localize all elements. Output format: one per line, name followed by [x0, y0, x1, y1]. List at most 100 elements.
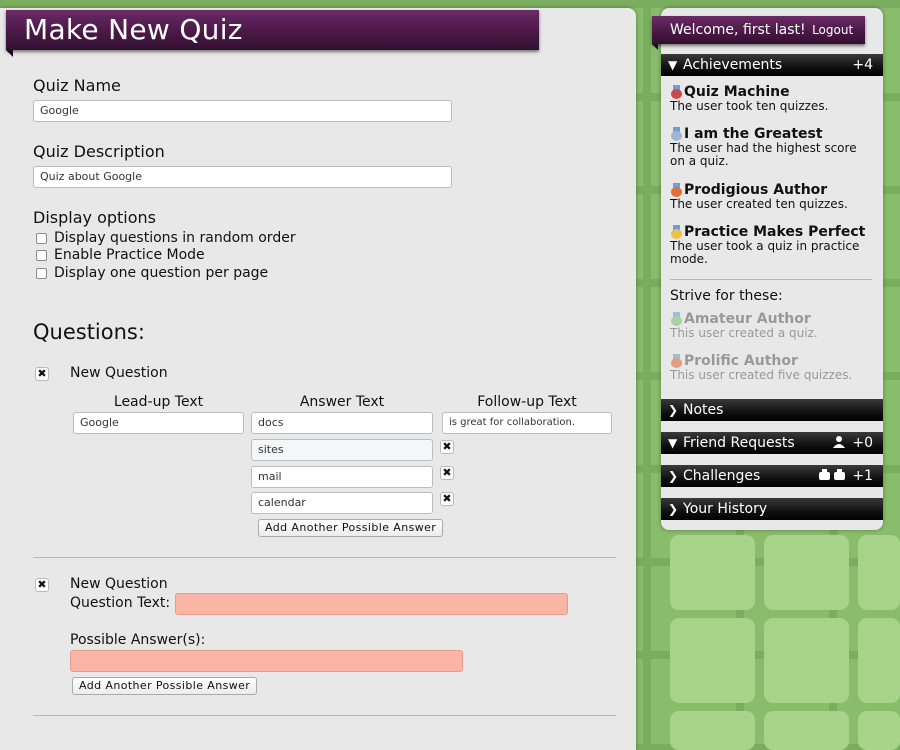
remove-answer-button[interactable]: ✖	[440, 440, 454, 454]
background-tile	[670, 618, 755, 703]
question-type-label: New Question	[70, 365, 168, 381]
question-text-label: Question Text:	[70, 595, 171, 611]
quiz-description-input[interactable]: Quiz about Google	[33, 166, 452, 188]
quiz-description-label: Quiz Description	[33, 142, 165, 161]
remove-answer-button[interactable]: ✖	[440, 466, 454, 480]
achievement-item: Prodigious Author The user created ten q…	[670, 182, 875, 211]
chevron-right-icon: ❯	[668, 469, 679, 483]
achievement-item: I am the Greatest The user had the highe…	[670, 126, 875, 168]
achievement-title: Amateur Author	[684, 311, 811, 327]
lead-up-header: Lead-up Text	[113, 394, 204, 410]
option-label: Display questions in random order	[54, 230, 296, 246]
section-label: Notes	[683, 402, 724, 418]
achievement-title: Practice Makes Perfect	[684, 224, 866, 240]
delete-question-button[interactable]: ✖	[35, 578, 49, 592]
option-label: Enable Practice Mode	[54, 247, 205, 263]
delete-question-button[interactable]: ✖	[35, 367, 49, 381]
random-order-checkbox[interactable]	[36, 232, 47, 244]
welcome-text: Welcome, first last!	[670, 22, 806, 38]
background-tile	[764, 711, 849, 750]
display-options-label: Display options	[33, 208, 156, 227]
medal-icon	[670, 85, 683, 99]
achievement-desc: The user took ten quizzes.	[670, 99, 829, 113]
follow-up-input[interactable]: is great for collaboration.	[442, 412, 612, 434]
achievement-item: Quiz Machine The user took ten quizzes.	[670, 84, 875, 113]
add-answer-button[interactable]: Add Another Possible Answer	[72, 677, 258, 695]
option-random-order[interactable]: Display questions in random order	[36, 230, 296, 246]
achievement-desc: This user created five quizzes.	[670, 368, 853, 382]
option-label: Display one question per page	[54, 265, 269, 281]
background-tile	[670, 711, 755, 750]
achievements-count: +4	[852, 57, 873, 73]
questions-heading: Questions:	[33, 320, 145, 344]
option-one-per-page[interactable]: Display one question per page	[36, 265, 268, 281]
achievement-item: Practice Makes Perfect The user took a q…	[670, 224, 875, 266]
challenge-icon	[819, 469, 845, 480]
divider	[33, 715, 616, 716]
logout-link[interactable]: Logout	[812, 23, 853, 37]
welcome-banner: Welcome, first last! Logout	[652, 16, 865, 44]
person-icon	[833, 436, 845, 448]
achievement-desc: The user created ten quizzes.	[670, 197, 848, 211]
quiz-name-label: Quiz Name	[33, 76, 121, 95]
medal-icon	[670, 312, 683, 326]
banner-fold	[652, 44, 658, 50]
lead-up-input[interactable]: Google	[73, 412, 244, 434]
chevron-down-icon: ▼	[668, 58, 678, 72]
background-tile	[858, 535, 900, 610]
answer-input[interactable]: sites	[251, 439, 433, 461]
section-label: Your History	[683, 501, 768, 517]
quiz-name-input[interactable]: Google	[33, 100, 452, 122]
remove-answer-button[interactable]: ✖	[440, 492, 454, 506]
section-label: Friend Requests	[683, 435, 795, 451]
one-per-page-checkbox[interactable]	[36, 267, 47, 279]
medal-icon	[670, 127, 683, 141]
challenges-count: +1	[852, 468, 873, 484]
achievement-title: I am the Greatest	[684, 126, 823, 142]
answer-header: Answer Text	[299, 394, 385, 410]
achievement-desc: The user had the highest score on a quiz…	[670, 141, 857, 168]
possible-answer-input[interactable]	[70, 650, 463, 672]
background-tile	[670, 535, 755, 610]
medal-icon	[670, 183, 683, 197]
background-tile	[858, 618, 900, 703]
divider	[33, 557, 616, 558]
background-tile	[858, 711, 900, 750]
notes-header[interactable]: ❯ Notes	[661, 399, 883, 421]
background-tile	[764, 618, 849, 703]
locked-achievement-item: Amateur Author This user created a quiz.	[670, 311, 875, 340]
friend-requests-header[interactable]: ▼ Friend Requests +0	[661, 432, 883, 454]
medal-icon	[670, 354, 683, 368]
background-tile	[764, 535, 849, 610]
answer-input[interactable]: docs	[251, 412, 433, 434]
question-text-input[interactable]	[175, 593, 568, 615]
section-label: Achievements	[683, 57, 783, 73]
question-type-label: New Question	[70, 576, 168, 592]
strive-label: Strive for these:	[670, 288, 783, 304]
page-title: Make New Quiz	[6, 10, 539, 50]
divider	[670, 279, 872, 280]
add-answer-button[interactable]: Add Another Possible Answer	[258, 519, 444, 537]
answer-input[interactable]: mail	[251, 466, 433, 488]
practice-mode-checkbox[interactable]	[36, 249, 47, 261]
chevron-down-icon: ▼	[668, 436, 678, 450]
medal-icon	[670, 225, 683, 239]
challenges-header[interactable]: ❯ Challenges +1	[661, 465, 883, 487]
achievement-title: Prodigious Author	[684, 182, 828, 198]
section-label: Challenges	[683, 468, 761, 484]
locked-achievement-item: Prolific Author This user created five q…	[670, 353, 875, 382]
history-header[interactable]: ❯ Your History	[661, 498, 883, 520]
option-practice-mode[interactable]: Enable Practice Mode	[36, 247, 205, 263]
achievement-title: Quiz Machine	[684, 84, 790, 100]
banner-fold	[6, 50, 13, 57]
chevron-right-icon: ❯	[668, 502, 679, 516]
friend-requests-count: +0	[852, 435, 873, 451]
follow-up-header: Follow-up Text	[477, 394, 577, 410]
chevron-right-icon: ❯	[668, 403, 679, 417]
achievements-header[interactable]: ▼ Achievements +4	[661, 54, 883, 76]
answer-input[interactable]: calendar	[251, 492, 433, 514]
possible-answers-label: Possible Answer(s):	[70, 632, 206, 648]
achievement-title: Prolific Author	[684, 353, 798, 369]
achievement-desc: The user took a quiz in practice mode.	[670, 239, 860, 266]
achievement-desc: This user created a quiz.	[670, 326, 818, 340]
